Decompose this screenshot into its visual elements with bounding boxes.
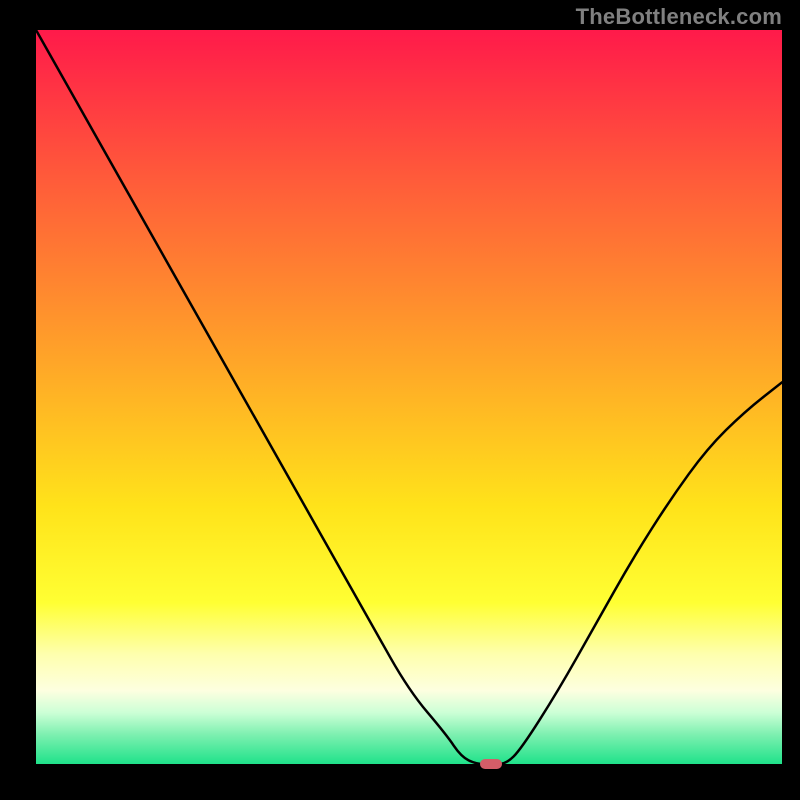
gradient-background bbox=[36, 30, 782, 764]
watermark-text: TheBottleneck.com bbox=[576, 4, 782, 30]
minimum-marker bbox=[480, 759, 502, 769]
chart-frame: TheBottleneck.com bbox=[0, 0, 800, 800]
plot-svg bbox=[36, 30, 782, 764]
plot-area bbox=[36, 30, 782, 764]
